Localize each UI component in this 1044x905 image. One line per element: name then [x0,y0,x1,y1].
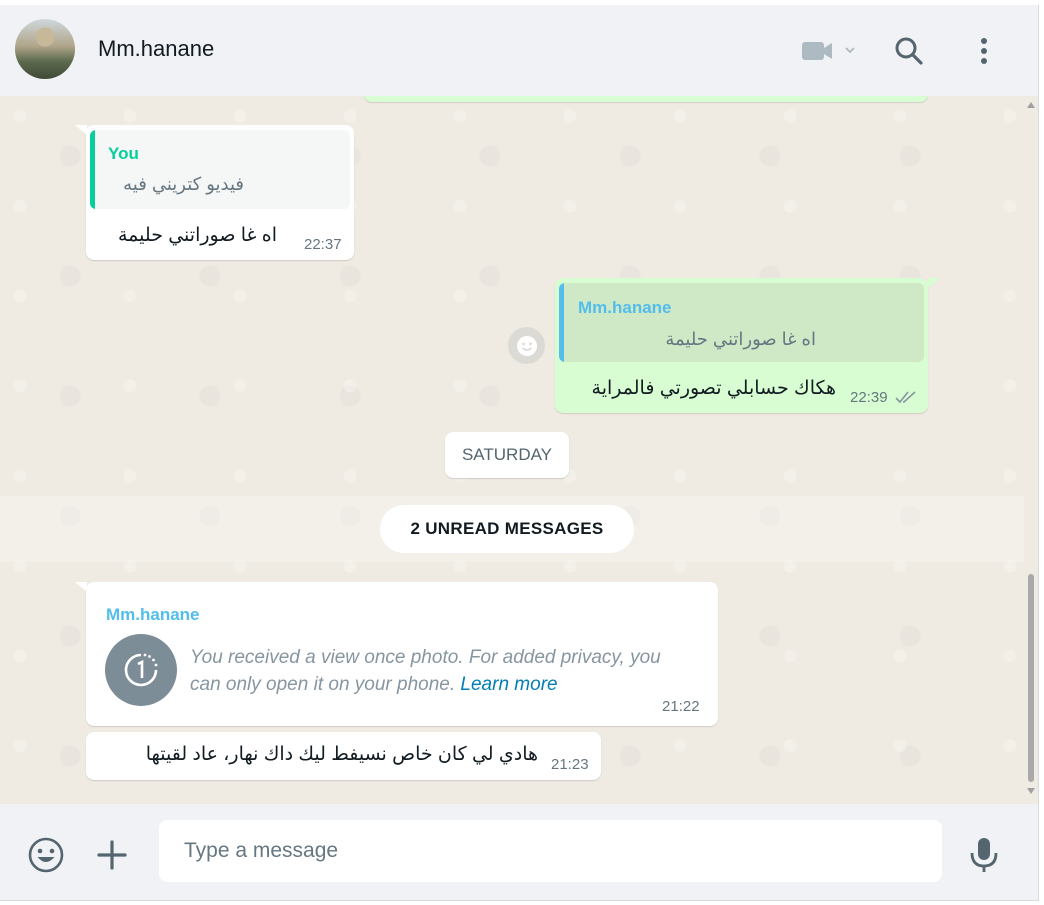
message-list[interactable]: You فيديو كتريني فيه اه غا صوراتني حليمة… [0,96,1038,804]
scrollbar[interactable] [1024,96,1038,804]
incoming-message[interactable]: You فيديو كتريني فيه اه غا صوراتني حليمة… [86,125,354,260]
scroll-down-arrow[interactable] [1027,788,1035,794]
unread-messages-label: 2 UNREAD MESSAGES [380,505,634,553]
message-text: هكاك حسابلي تصورتي فالمراية [591,378,836,399]
learn-more-link[interactable]: Learn more [460,674,557,695]
message-text: اه غا صوراتني حليمة [118,225,277,246]
message-text: هادي لي كان خاص نسيفط ليك داك نهار، عاد … [145,744,538,765]
message-time: 22:39 [850,389,888,406]
message-time: 22:37 [304,236,342,253]
microphone-icon[interactable] [968,836,1000,879]
quote-text: فيديو كتريني فيه [123,174,244,194]
smiley-icon [516,335,537,356]
menu-icon[interactable] [972,35,996,72]
message-input[interactable] [159,820,924,882]
scroll-up-arrow[interactable] [1027,102,1035,108]
incoming-message[interactable]: هادي لي كان خاص نسيفط ليك داك نهار، عاد … [86,732,601,780]
quote-author: You [108,144,139,163]
contact-name[interactable]: Mm.hanane [98,36,214,62]
message-time: 21:23 [551,756,589,773]
emoji-icon[interactable] [27,836,65,879]
whatsapp-window: Mm.hanane You فيديو كتريني فيه اه غا صور… [0,5,1039,901]
quoted-message[interactable]: Mm.hanane اه غا صوراتني حليمة [559,283,924,362]
search-icon[interactable] [893,35,925,72]
view-once-text: You received a view once photo. For adde… [190,647,661,695]
outgoing-message[interactable]: Mm.hanane اه غا صوراتني حليمة هكاك حسابل… [555,278,928,413]
chevron-down-icon [845,47,855,54]
attach-plus-icon[interactable] [96,839,128,876]
double-check-icon [895,391,916,404]
quote-author: Mm.hanane [578,298,672,317]
quoted-message[interactable]: You فيديو كتريني فيه [90,130,350,209]
emoji-reaction-button[interactable] [508,327,545,364]
scroll-thumb[interactable] [1028,574,1034,782]
composer-bar [0,804,1038,900]
day-separator: SATURDAY [445,432,569,478]
view-once-message[interactable]: Mm.hanane You received a view once photo… [86,582,718,726]
previous-message-edge [364,96,928,102]
bubble-tail [928,278,940,288]
avatar[interactable] [15,19,75,79]
video-call-icon[interactable] [800,40,858,67]
sender-name: Mm.hanane [106,605,200,624]
message-input-box[interactable] [159,820,942,882]
quote-text: اه غا صوراتني حليمة [665,329,816,349]
chat-header: Mm.hanane [0,5,1038,97]
message-time: 21:22 [662,698,700,715]
view-once-icon[interactable] [105,634,177,706]
